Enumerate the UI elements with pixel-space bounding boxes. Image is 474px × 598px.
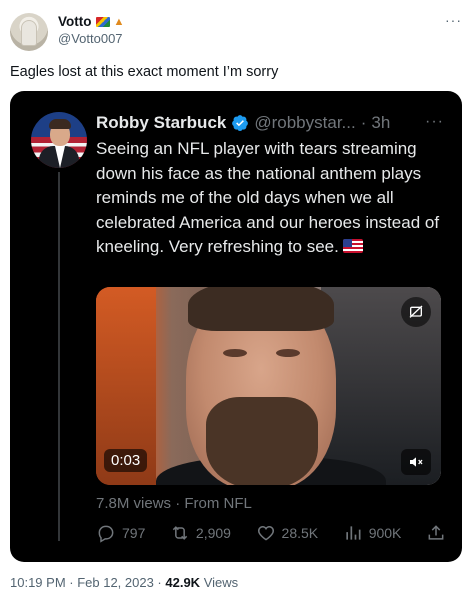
share-button[interactable]	[426, 523, 446, 543]
verified-badge-icon	[232, 115, 249, 132]
tweet-views-label: Views	[200, 575, 239, 590]
sensitive-media-icon[interactable]	[401, 297, 431, 327]
like-icon	[257, 525, 274, 541]
flag-emoji-icon	[95, 16, 110, 27]
video-views-source: 7.8M views · From NFL	[96, 495, 252, 512]
video-player[interactable]: 0:03	[96, 287, 441, 485]
outer-display-name[interactable]: Votto	[58, 14, 92, 29]
quoted-tweet-text: Seeing an NFL player with tears streamin…	[96, 137, 444, 260]
share-icon	[428, 525, 444, 540]
like-button[interactable]: 28.5K	[256, 523, 319, 543]
more-icon[interactable]: ···	[445, 12, 462, 28]
retweet-icon	[172, 526, 188, 540]
outer-avatar[interactable]	[10, 13, 48, 51]
mute-icon[interactable]	[401, 449, 431, 475]
tweet-views-count: 42.9K	[165, 575, 201, 590]
like-count: 28.5K	[281, 525, 319, 541]
tiger-emoji-icon: ▲	[113, 15, 125, 28]
outer-name-row: Votto ▲	[58, 14, 124, 29]
views-button[interactable]: 900K	[343, 523, 402, 543]
us-flag-icon	[342, 239, 363, 253]
retweet-count: 2,909	[195, 525, 231, 541]
reply-icon	[98, 525, 114, 543]
tweet-time-date[interactable]: 10:19 PM · Feb 12, 2023 ·	[10, 575, 165, 590]
action-bar: 797 2,909 28.5K 900K	[96, 523, 446, 543]
quoted-display-name[interactable]: Robby Starbuck	[96, 113, 226, 133]
quoted-header: Robby Starbuck @robbystar... · 3h	[96, 113, 390, 133]
reply-button[interactable]: 797	[96, 523, 145, 543]
quoted-text-body: Seeing an NFL player with tears streamin…	[96, 139, 440, 256]
views-icon	[346, 526, 361, 540]
tweet-meta: 10:19 PM · Feb 12, 2023 · 42.9K Views	[10, 575, 238, 590]
views-count: 900K	[368, 525, 402, 541]
outer-tweet-text: Eagles lost at this exact moment I’m sor…	[10, 64, 279, 80]
quoted-tweet-card[interactable]: Robby Starbuck @robbystar... · 3h ··· Se…	[10, 91, 462, 562]
video-duration: 0:03	[104, 449, 148, 472]
outer-handle[interactable]: @Votto007	[58, 31, 123, 46]
quoted-more-icon[interactable]: ···	[425, 113, 444, 131]
quoted-timestamp[interactable]: 3h	[371, 113, 390, 133]
reply-count: 797	[122, 525, 146, 541]
quoted-avatar[interactable]	[31, 112, 87, 168]
retweet-button[interactable]: 2,909	[170, 523, 231, 543]
quoted-handle[interactable]: @robbystar...	[254, 113, 355, 133]
header-separator: ·	[360, 113, 367, 132]
thread-line	[58, 172, 60, 541]
